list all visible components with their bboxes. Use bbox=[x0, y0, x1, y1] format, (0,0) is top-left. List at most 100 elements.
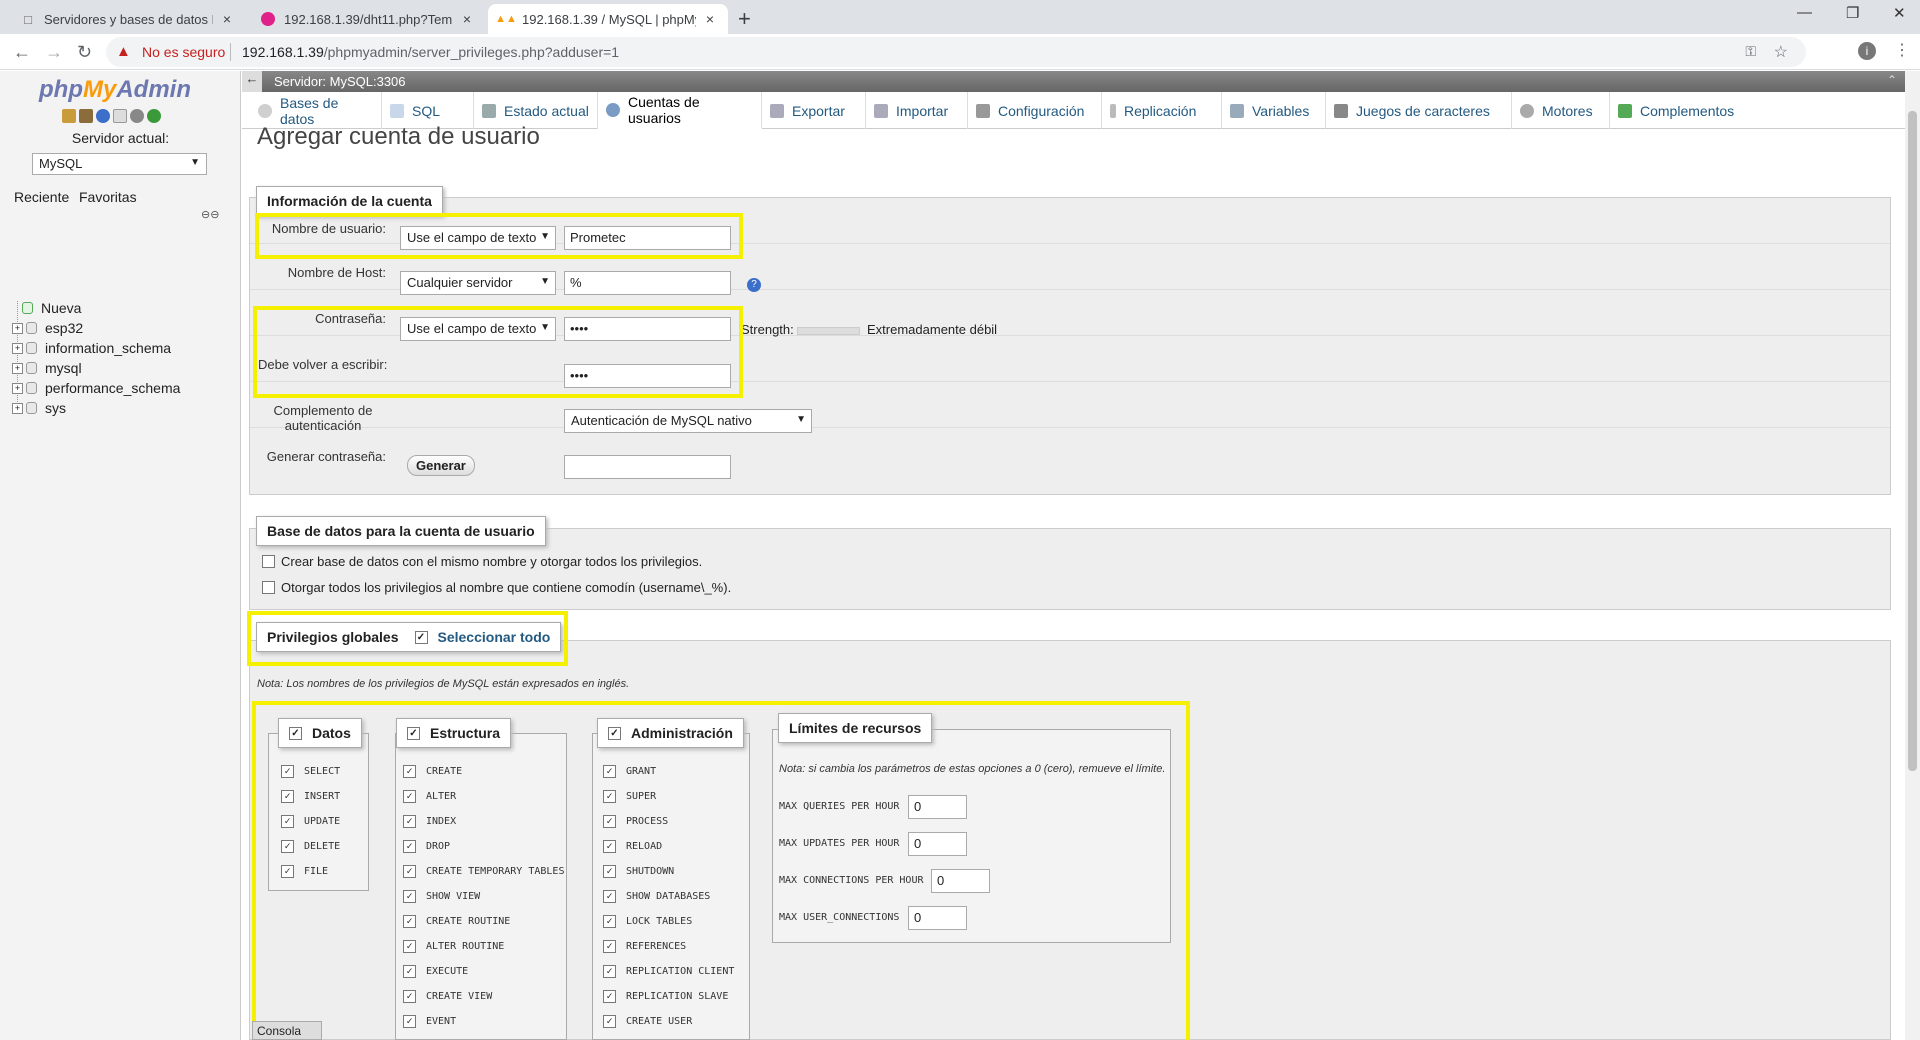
checkbox[interactable]: ✓ bbox=[281, 840, 294, 853]
tab-settings[interactable]: Configuración bbox=[968, 92, 1102, 129]
privilege-drop[interactable]: ✓ DROP bbox=[403, 840, 450, 853]
generate-button[interactable]: Generar bbox=[407, 455, 475, 476]
tab-user-accounts[interactable]: Cuentas de usuarios bbox=[598, 92, 762, 129]
select-all-label[interactable]: Seleccionar todo bbox=[438, 629, 551, 645]
checkbox[interactable]: ✓ bbox=[603, 1015, 616, 1028]
checkbox[interactable]: ✓ bbox=[403, 915, 416, 928]
privilege-create-temporary-tables[interactable]: ✓ CREATE TEMPORARY TABLES bbox=[403, 865, 564, 878]
expand-icon[interactable]: + bbox=[12, 382, 23, 394]
url-text[interactable]: 192.168.1.39/phpmyadmin/server_privilege… bbox=[242, 44, 619, 60]
security-label[interactable]: No es seguro bbox=[142, 44, 225, 60]
tree-item-performance-schema[interactable]: + performance_schema bbox=[12, 380, 180, 396]
password-input[interactable]: •••• bbox=[564, 317, 731, 341]
recent-tab[interactable]: Reciente bbox=[14, 189, 69, 205]
privilege-super[interactable]: ✓ SUPER bbox=[603, 790, 656, 803]
privilege-alter-routine[interactable]: ✓ ALTER ROUTINE bbox=[403, 940, 504, 953]
privilege-show-view[interactable]: ✓ SHOW VIEW bbox=[403, 890, 480, 903]
privilege-process[interactable]: ✓ PROCESS bbox=[603, 815, 668, 828]
help-icon[interactable] bbox=[96, 109, 110, 123]
max-connections-input[interactable]: 0 bbox=[931, 869, 990, 893]
link-icon[interactable]: ⊖⊖ bbox=[201, 208, 219, 221]
privilege-grant[interactable]: ✓ GRANT bbox=[603, 765, 656, 778]
menu-icon[interactable]: ⋮ bbox=[1894, 40, 1910, 60]
privilege-references[interactable]: ✓ REFERENCES bbox=[603, 940, 686, 953]
checkbox[interactable]: ✓ bbox=[403, 765, 416, 778]
grant-wildcard-option[interactable]: ✓Otorgar todos los privilegios al nombre… bbox=[262, 580, 731, 595]
checkbox[interactable]: ✓ bbox=[403, 840, 416, 853]
tree-item-information-schema[interactable]: + information_schema bbox=[12, 340, 171, 356]
auth-plugin-select[interactable]: Autenticación de MySQL nativo ▼ bbox=[564, 409, 812, 433]
privilege-execute[interactable]: ✓ EXECUTE bbox=[403, 965, 468, 978]
checkbox[interactable]: ✓ bbox=[281, 815, 294, 828]
checkbox[interactable]: ✓ bbox=[403, 815, 416, 828]
checkbox[interactable]: ✓ bbox=[603, 890, 616, 903]
favorites-tab[interactable]: Favoritas bbox=[79, 189, 137, 205]
reload-icon[interactable]: ↻ bbox=[77, 42, 92, 63]
checkbox[interactable]: ✓ bbox=[603, 940, 616, 953]
checkbox[interactable]: ✓ bbox=[603, 815, 616, 828]
profile-icon[interactable]: i bbox=[1858, 42, 1876, 60]
browser-tab-2[interactable]: 192.168.1.39/dht11.php?Tempera × bbox=[250, 4, 485, 34]
checkbox[interactable]: ✓ bbox=[281, 765, 294, 778]
checkbox[interactable]: ✓ bbox=[407, 726, 420, 740]
max-updates-input[interactable]: 0 bbox=[908, 832, 967, 856]
close-icon[interactable]: × bbox=[459, 11, 475, 27]
host-input[interactable]: % bbox=[564, 271, 731, 295]
privilege-create-view[interactable]: ✓ CREATE VIEW bbox=[403, 990, 492, 1003]
privilege-create-user[interactable]: ✓ CREATE USER bbox=[603, 1015, 692, 1028]
collapse-nav-icon[interactable]: ← bbox=[242, 71, 262, 92]
logout-icon[interactable] bbox=[79, 109, 93, 123]
privilege-event[interactable]: ✓ EVENT bbox=[403, 1015, 456, 1028]
checkbox[interactable]: ✓ bbox=[403, 890, 416, 903]
tree-item-new[interactable]: Nueva bbox=[22, 300, 81, 316]
collapse-top-icon[interactable]: ⌃ bbox=[1887, 73, 1897, 87]
tab-variables[interactable]: Variables bbox=[1222, 92, 1326, 129]
password-mode-select[interactable]: Use el campo de texto ▼ bbox=[400, 317, 556, 341]
privilege-create-routine[interactable]: ✓ CREATE ROUTINE bbox=[403, 915, 510, 928]
maximize-icon[interactable]: ❐ bbox=[1846, 4, 1859, 22]
omnibox[interactable]: ▲ No es seguro 192.168.1.39/phpmyadmin/s… bbox=[106, 37, 1806, 67]
checkbox[interactable]: ✓ bbox=[603, 915, 616, 928]
privilege-lock-tables[interactable]: ✓ LOCK TABLES bbox=[603, 915, 692, 928]
help-icon[interactable]: ? bbox=[747, 278, 761, 292]
expand-icon[interactable]: + bbox=[12, 402, 23, 414]
tree-item-mysql[interactable]: + mysql bbox=[12, 360, 82, 376]
checkbox[interactable]: ✓ bbox=[403, 865, 416, 878]
privilege-insert[interactable]: ✓ INSERT bbox=[281, 790, 340, 803]
privilege-select[interactable]: ✓ SELECT bbox=[281, 765, 340, 778]
generated-password-input[interactable] bbox=[564, 455, 731, 479]
checkbox[interactable]: ✓ bbox=[603, 790, 616, 803]
checkbox[interactable]: ✓ bbox=[603, 990, 616, 1003]
browser-tab-3[interactable]: ▲▲ 192.168.1.39 / MySQL | phpMyAc × bbox=[488, 4, 728, 34]
max-queries-input[interactable]: 0 bbox=[908, 795, 967, 819]
close-icon[interactable]: × bbox=[219, 11, 235, 27]
tree-item-esp32[interactable]: + esp32 bbox=[12, 320, 83, 336]
server-select[interactable]: MySQL ▼ bbox=[32, 153, 207, 175]
privilege-file[interactable]: ✓ FILE bbox=[281, 865, 328, 878]
expand-icon[interactable]: + bbox=[12, 342, 23, 354]
tab-import[interactable]: Importar bbox=[866, 92, 968, 129]
home-icon[interactable] bbox=[62, 109, 76, 123]
retype-password-input[interactable]: •••• bbox=[564, 364, 731, 388]
scrollbar-thumb[interactable] bbox=[1908, 111, 1917, 771]
checkbox[interactable]: ✓ bbox=[603, 765, 616, 778]
host-mode-select[interactable]: Cualquier servidor ▼ bbox=[400, 271, 556, 295]
scrollbar[interactable] bbox=[1905, 71, 1920, 1040]
forward-arrow-icon[interactable]: → bbox=[45, 42, 63, 63]
expand-icon[interactable]: + bbox=[12, 362, 23, 374]
gear-icon[interactable] bbox=[130, 109, 144, 123]
checkbox[interactable]: ✓ bbox=[403, 1015, 416, 1028]
tab-export[interactable]: Exportar bbox=[762, 92, 866, 129]
browser-tab-1[interactable]: □ Servidores y bases de datos MyS × bbox=[10, 4, 245, 34]
checkbox[interactable]: ✓ bbox=[403, 940, 416, 953]
privilege-update[interactable]: ✓ UPDATE bbox=[281, 815, 340, 828]
privilege-index[interactable]: ✓ INDEX bbox=[403, 815, 456, 828]
privilege-replication-client[interactable]: ✓ REPLICATION CLIENT bbox=[603, 965, 734, 978]
privilege-delete[interactable]: ✓ DELETE bbox=[281, 840, 340, 853]
checkbox[interactable]: ✓ bbox=[608, 726, 621, 740]
username-input[interactable]: Prometec bbox=[564, 226, 731, 250]
checkbox[interactable]: ✓ bbox=[262, 581, 275, 594]
create-db-option[interactable]: ✓Crear base de datos con el mismo nombre… bbox=[262, 554, 702, 569]
privilege-show-databases[interactable]: ✓ SHOW DATABASES bbox=[603, 890, 710, 903]
privilege-reload[interactable]: ✓ RELOAD bbox=[603, 840, 662, 853]
